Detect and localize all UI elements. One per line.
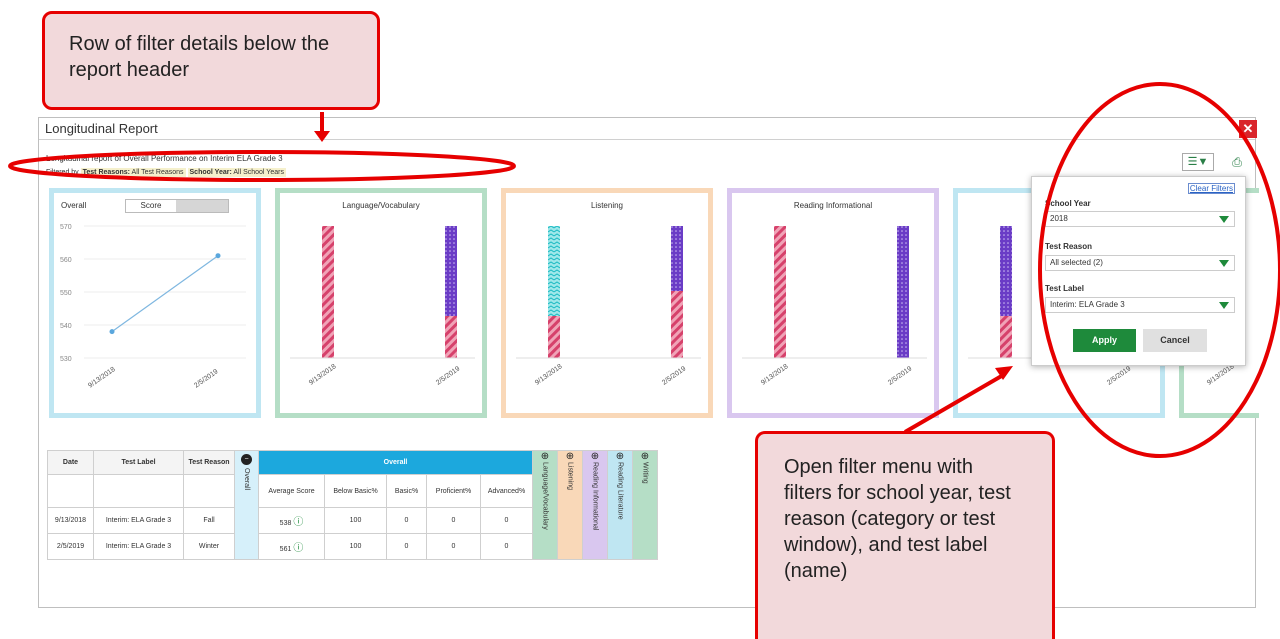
col-reading-literature[interactable]: ⊕ Reading Literature xyxy=(607,450,633,560)
print-icon[interactable]: ⎙ xyxy=(1228,153,1246,171)
y-tick-label: 550 xyxy=(60,290,72,297)
y-tick-label: 560 xyxy=(60,257,72,264)
bar xyxy=(1000,226,1012,316)
overall-group-header: Overall xyxy=(258,450,533,475)
close-icon[interactable]: ✕ xyxy=(1239,120,1257,138)
col-advanced[interactable]: Advanced% xyxy=(480,474,533,508)
filter-school-year: School Year: All School Years xyxy=(187,168,286,177)
bar xyxy=(445,316,457,358)
test-reason-label: Test Reason xyxy=(1045,242,1092,251)
language-vocabulary-card: Language/Vocabulary 9/13/2018 2/5/2019 xyxy=(275,188,487,418)
chevron-down-icon xyxy=(1219,260,1229,267)
filter-menu: Clear Filters School Year 2018 Test Reas… xyxy=(1031,176,1246,366)
x-tick-label: 9/13/2018 xyxy=(1206,363,1236,387)
apply-button[interactable]: Apply xyxy=(1073,329,1136,352)
info-icon[interactable]: ⓘ xyxy=(293,543,303,554)
col-listening[interactable]: ⊕ Listening xyxy=(557,450,583,560)
bar xyxy=(548,226,560,316)
filter-menu-button[interactable]: ☰▼ xyxy=(1182,153,1214,171)
col-language-vocabulary[interactable]: ⊕ Language/Vocabulary xyxy=(532,450,558,560)
col-proficient[interactable]: Proficient% xyxy=(426,474,481,508)
overall-chart-card: Overall Score 570 560 550 540 530 9/13/2018 2/… xyxy=(49,188,261,418)
plus-icon: ⊕ xyxy=(565,451,575,462)
results-table: Date Test Label Test Reason − Overall Ove… xyxy=(47,450,658,560)
plus-icon: ⊕ xyxy=(640,451,650,462)
bar xyxy=(1000,316,1012,358)
y-tick-label: 570 xyxy=(60,224,72,231)
minus-icon: − xyxy=(241,454,252,465)
cancel-button[interactable]: Cancel xyxy=(1143,329,1207,352)
overall-line-chart: 570 560 550 540 530 9/13/2018 2/5/2019 xyxy=(60,224,246,390)
x-tick-label: 2/5/2019 xyxy=(193,368,219,389)
bar xyxy=(548,316,560,358)
listening-card: Listening 9/13/2018 2/5/2019 xyxy=(501,188,713,418)
info-icon[interactable]: ⓘ xyxy=(293,517,303,528)
overall-vertical-label: Overall xyxy=(243,468,250,491)
col-reading-informational[interactable]: ⊕ Reading Informational xyxy=(582,450,608,560)
col-test-label[interactable]: Test Label xyxy=(93,450,184,475)
plus-icon: ⊕ xyxy=(540,451,550,462)
school-year-select[interactable]: 2018 xyxy=(1045,211,1235,227)
col-basic[interactable]: Basic% xyxy=(386,474,427,508)
chevron-down-icon: ▼ xyxy=(1197,156,1209,168)
y-tick-label: 530 xyxy=(60,356,72,363)
plus-icon: ⊕ xyxy=(590,451,600,462)
col-average-score[interactable]: Average Score xyxy=(258,474,325,508)
chevron-down-icon xyxy=(1219,302,1229,309)
col-date[interactable]: Date xyxy=(47,450,94,475)
reading-informational-card: Reading Informational 9/13/2018 2/5/2019 xyxy=(727,188,939,418)
clear-filters-link[interactable]: Clear Filters xyxy=(1187,183,1235,194)
col-writing[interactable]: ⊕ Writing xyxy=(632,450,658,560)
col-below-basic[interactable]: Below Basic% xyxy=(324,474,387,508)
test-label-label: Test Label xyxy=(1045,284,1084,293)
x-tick-label: 9/13/2018 xyxy=(87,366,117,390)
bar xyxy=(774,226,786,358)
data-point xyxy=(215,253,221,259)
series-line xyxy=(111,255,219,333)
report-subtitle: Longitudinal report of Overall Performan… xyxy=(46,154,283,163)
col-overall-collapse[interactable]: − Overall xyxy=(234,450,259,560)
bar xyxy=(322,226,334,358)
filter-details-row: Filtered by Test Reasons: All Test Reaso… xyxy=(46,168,286,177)
col-test-reason[interactable]: Test Reason xyxy=(183,450,235,475)
bar xyxy=(445,226,457,316)
plus-icon: ⊕ xyxy=(615,451,625,462)
report-title: Longitudinal Report xyxy=(39,118,1255,140)
school-year-label: School Year xyxy=(1045,199,1091,208)
test-reason-select[interactable]: All selected (2) xyxy=(1045,255,1235,271)
callout-filter-menu: Open filter menu with filters for school… xyxy=(755,431,1055,639)
callout-filter-details: Row of filter details below the report h… xyxy=(42,11,380,110)
chevron-down-icon xyxy=(1219,216,1229,223)
test-label-select[interactable]: Interim: ELA Grade 3 xyxy=(1045,297,1235,313)
data-point xyxy=(109,329,115,335)
filtered-by-label: Filtered by xyxy=(46,169,79,176)
sliders-icon: ☰ xyxy=(1187,156,1198,168)
bar xyxy=(671,226,683,291)
y-tick-label: 540 xyxy=(60,323,72,330)
filter-test-reasons: Test Reasons: All Test Reasons xyxy=(80,168,186,177)
bar xyxy=(897,226,909,358)
bar xyxy=(671,291,683,358)
